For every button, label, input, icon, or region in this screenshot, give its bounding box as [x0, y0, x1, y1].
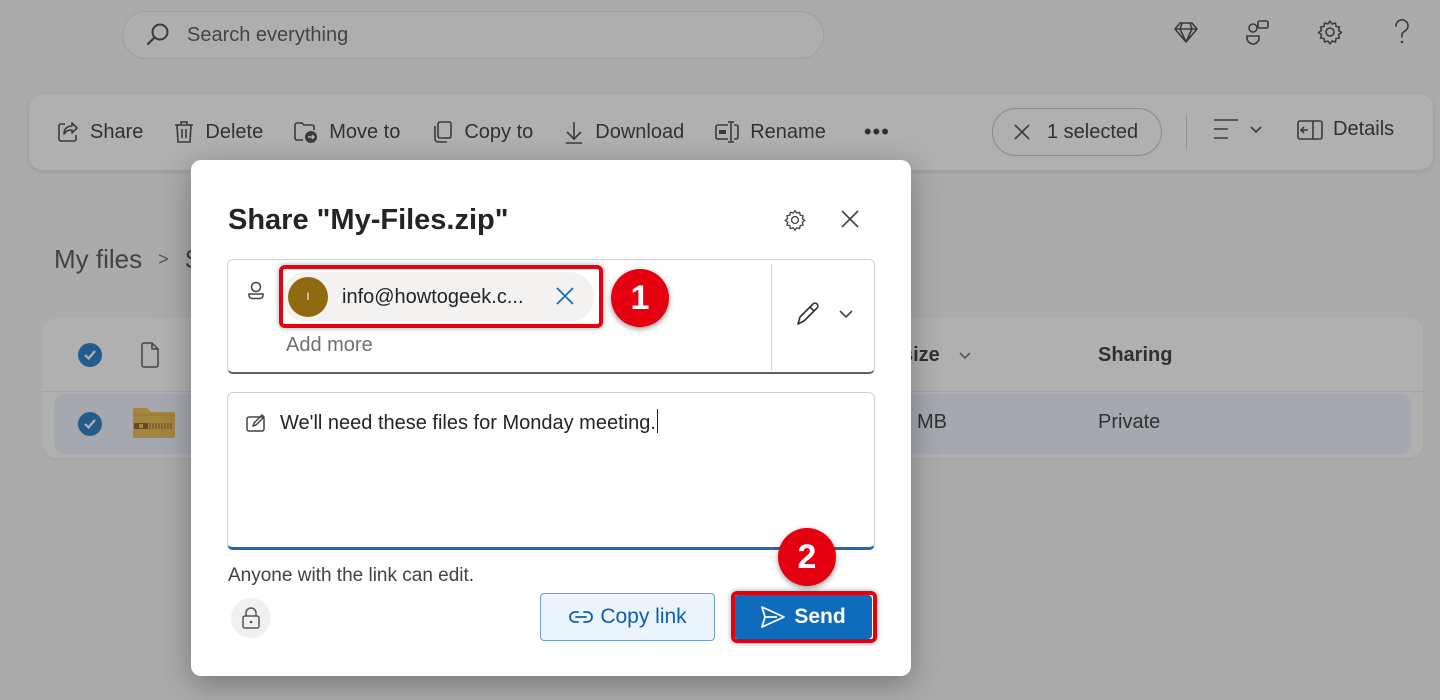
add-more-input[interactable]: Add more: [286, 334, 373, 357]
annotation-badge-1: 1: [611, 269, 669, 327]
annotation-highlight-recipient: [279, 265, 603, 328]
lock-icon: [242, 607, 260, 629]
annotation-badge-2: 2: [778, 528, 836, 586]
divider: [771, 264, 772, 370]
dialog-title: Share "My-Files.zip": [228, 204, 509, 236]
text-caret: [656, 409, 658, 433]
link-permission-note: Anyone with the link can edit.: [228, 565, 475, 586]
share-settings-button[interactable]: [783, 208, 807, 237]
message-textarea[interactable]: We'll need these files for Monday meetin…: [227, 392, 875, 550]
person-icon: [248, 281, 264, 300]
copy-link-button[interactable]: Copy link: [540, 593, 715, 641]
link-icon: [569, 611, 594, 623]
gear-icon: [784, 209, 806, 231]
compose-note-icon: [246, 414, 265, 432]
pencil-edit-icon: [797, 302, 819, 325]
chevron-down-icon: [839, 310, 853, 319]
close-dialog-button[interactable]: [839, 208, 861, 235]
annotation-highlight-send: [731, 591, 877, 643]
message-text: We'll need these files for Monday meetin…: [280, 409, 658, 435]
close-icon: [841, 210, 859, 228]
permission-dropdown[interactable]: [794, 300, 854, 328]
link-settings-button[interactable]: [231, 598, 271, 638]
